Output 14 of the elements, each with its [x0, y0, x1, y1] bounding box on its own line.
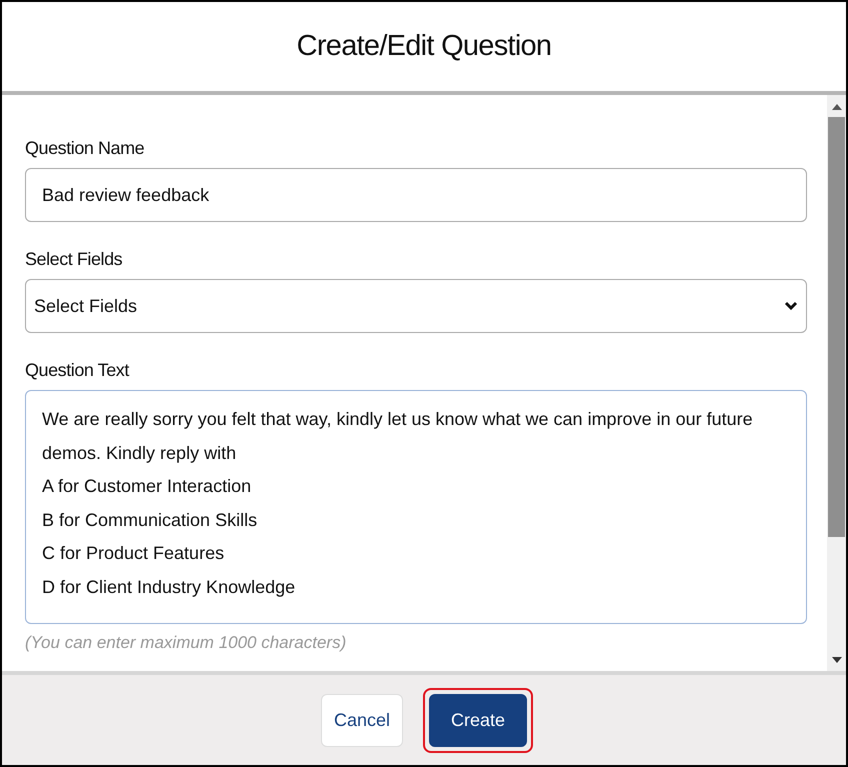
chevron-down-icon: [784, 301, 798, 311]
select-dropdown[interactable]: Select Fields: [25, 279, 807, 333]
question-name-field[interactable]: Bad review feedback: [25, 168, 807, 222]
scrollbar-thumb[interactable]: [828, 117, 845, 537]
select-value: Select Fields: [34, 294, 138, 318]
cancel-button[interactable]: Cancel: [320, 694, 404, 746]
dialog-title: Create/Edit Question: [296, 28, 552, 64]
field-label: Select Fields: [25, 248, 124, 271]
create-button[interactable]: Create: [429, 694, 528, 746]
question-text-area[interactable]: We are really sorry you felt that way, kindly let us know what we can improve in our future demos. Kindly reply with A for Customer Interaction B for Communication Skills C for Product Features D for Client Industry Knowledge: [25, 390, 807, 624]
scrollbar[interactable]: [827, 95, 846, 671]
field-label: Question Name: [25, 137, 146, 160]
field-label: Question Text: [25, 359, 130, 382]
character-limit-hint: (You can enter maximum 1000 characters): [25, 632, 348, 654]
